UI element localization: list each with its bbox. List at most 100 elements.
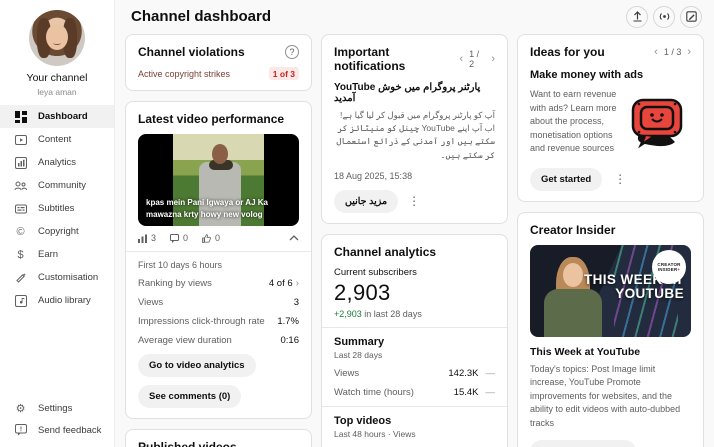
sidebar-item-content[interactable]: Content bbox=[0, 128, 114, 151]
go-live-button[interactable] bbox=[653, 5, 675, 28]
insider-headline: This Week at YouTube bbox=[530, 345, 641, 358]
sidebar-item-audio-library[interactable]: Audio library bbox=[0, 289, 114, 312]
sidebar: Your channel leya aman Dashboard Content… bbox=[0, 0, 115, 447]
ideas-body: Want to earn revenue with ads? Learn mor… bbox=[530, 89, 617, 153]
sidebar-item-label: Audio library bbox=[38, 295, 91, 306]
go-live-icon bbox=[659, 13, 669, 20]
summary-watchtime-row: Watch time (hours) 15.4K — bbox=[334, 386, 495, 398]
chevron-right-icon: › bbox=[295, 278, 299, 289]
next-page-icon[interactable]: › bbox=[687, 46, 691, 58]
sidebar-item-send-feedback[interactable]: Send feedback bbox=[0, 419, 114, 441]
notification-date: 18 Aug 2025, 15:38 bbox=[334, 170, 413, 181]
creator-insider-title: Creator Insider bbox=[530, 222, 616, 237]
copyright-icon: © bbox=[16, 225, 25, 238]
notifications-pager: ‹ 1 / 2 › bbox=[459, 49, 495, 69]
watch-on-youtube-button[interactable]: Watch on YouTube bbox=[530, 440, 637, 447]
your-channel-label: Your channel bbox=[26, 72, 88, 84]
sidebar-item-label: Customisation bbox=[38, 272, 99, 283]
ideas-headline: Make money with ads bbox=[530, 69, 644, 81]
comment-icon bbox=[170, 233, 180, 243]
sidebar-item-label: Send feedback bbox=[38, 424, 102, 436]
strikes-badge: 1 of 3 bbox=[268, 67, 299, 80]
dashboard-icon bbox=[14, 110, 27, 123]
community-icon bbox=[14, 179, 27, 192]
main-header: Channel dashboard bbox=[125, 0, 704, 29]
bar-chart-icon bbox=[138, 234, 147, 243]
kebab-icon[interactable]: ⋮ bbox=[608, 172, 632, 186]
upload-icon bbox=[633, 11, 641, 22]
create-icon bbox=[685, 11, 697, 22]
sidebar-item-settings[interactable]: ⚙ Settings bbox=[0, 397, 114, 419]
customisation-icon bbox=[14, 271, 27, 284]
learn-more-button[interactable]: مزید جانیں bbox=[334, 189, 399, 213]
sidebar-item-copyright[interactable]: © Copyright bbox=[0, 220, 114, 243]
page-title: Channel dashboard bbox=[131, 8, 272, 25]
ideas-title: Ideas for you bbox=[530, 45, 605, 59]
channel-avatar[interactable] bbox=[29, 10, 85, 66]
channel-analytics-card: Channel analytics Current subscribers 2,… bbox=[321, 233, 508, 447]
top-videos-subtitle: Last 48 hours · Views bbox=[334, 428, 416, 439]
content-icon bbox=[14, 133, 27, 146]
sidebar-item-label: Settings bbox=[38, 402, 73, 414]
published-videos-card: Published videos Aj Ka volog jari butylo… bbox=[125, 429, 312, 447]
header-actions bbox=[626, 5, 702, 28]
ideas-pager: ‹ 1 / 3 › bbox=[654, 46, 691, 58]
kebab-icon[interactable]: ⋮ bbox=[402, 194, 426, 208]
ranking-row[interactable]: Ranking by views 4 of 6 › bbox=[138, 278, 299, 289]
analytics-title: Channel analytics bbox=[334, 244, 437, 259]
sidebar-item-label: Dashboard bbox=[38, 111, 88, 122]
see-comments-button[interactable]: See comments (0) bbox=[138, 385, 242, 408]
top-videos-title: Top videos bbox=[334, 414, 392, 427]
video-stats-row: 3 0 0 bbox=[138, 233, 299, 243]
subscriber-count: 2,903 bbox=[334, 279, 391, 305]
avd-row: Average view duration 0:16 bbox=[138, 335, 299, 346]
sidebar-item-label: Community bbox=[38, 180, 87, 191]
go-to-video-analytics-button[interactable]: Go to video analytics bbox=[138, 354, 256, 377]
sidebar-item-label: Earn bbox=[38, 249, 59, 260]
sidebar-item-label: Copyright bbox=[38, 226, 79, 237]
subscriber-delta: +2,903 in last 28 days bbox=[334, 308, 422, 319]
creator-insider-thumbnail[interactable]: THIS WEEK AT YOUTUBE CREATOR INSIDER+ bbox=[530, 244, 691, 337]
collapse-icon[interactable] bbox=[289, 233, 299, 243]
upload-video-button[interactable] bbox=[626, 5, 648, 28]
next-page-icon[interactable]: › bbox=[491, 53, 495, 65]
sidebar-menu: Dashboard Content Analytics Community Su… bbox=[0, 105, 114, 312]
channel-profile: Your channel leya aman bbox=[0, 0, 114, 97]
ctr-row: Impressions click-through rate 1.7% bbox=[138, 316, 299, 327]
sidebar-item-analytics[interactable]: Analytics bbox=[0, 151, 114, 174]
sidebar-item-label: Analytics bbox=[38, 157, 77, 168]
summary-title: Summary bbox=[334, 335, 385, 348]
prev-page-icon[interactable]: ‹ bbox=[459, 53, 463, 65]
notification-body: آپ کو پارٹنر پروگرام میں قبول کر لیا گیا… bbox=[336, 110, 495, 160]
feedback-icon bbox=[14, 424, 27, 437]
performance-period: First 10 days 6 hours bbox=[138, 260, 223, 270]
summary-subtitle: Last 28 days bbox=[334, 349, 383, 360]
summary-views-row: Views 142.3K — bbox=[334, 367, 495, 379]
help-icon[interactable]: ? bbox=[285, 45, 299, 59]
violations-title: Channel violations bbox=[138, 45, 245, 59]
insider-body: Today's topics: Post Image limit increas… bbox=[530, 363, 681, 428]
create-button[interactable] bbox=[680, 5, 702, 28]
channel-name: leya aman bbox=[37, 87, 77, 97]
get-started-button[interactable]: Get started bbox=[530, 167, 603, 191]
prev-page-icon[interactable]: ‹ bbox=[654, 46, 658, 58]
subtitles-icon bbox=[14, 202, 27, 215]
copyright-strikes-label[interactable]: Active copyright strikes bbox=[138, 69, 230, 79]
analytics-icon bbox=[14, 156, 27, 169]
video-title-overlay: kpas mein Pani lgwaya or AJ Ka mawazna k… bbox=[146, 198, 268, 219]
video-thumbnail[interactable]: kpas mein Pani lgwaya or AJ Ka mawazna k… bbox=[138, 134, 299, 226]
sidebar-item-community[interactable]: Community bbox=[0, 174, 114, 197]
sidebar-item-customisation[interactable]: Customisation bbox=[0, 266, 114, 289]
latest-video-title: Latest video performance bbox=[138, 112, 285, 126]
published-videos-title: Published videos bbox=[138, 440, 237, 447]
sidebar-item-label: Content bbox=[38, 134, 72, 145]
creator-insider-badge: CREATOR INSIDER+ bbox=[652, 249, 686, 284]
page-indicator: 1 / 3 bbox=[663, 47, 682, 57]
latest-video-performance-card: Latest video performance kpas mein Pani … bbox=[125, 101, 312, 419]
creator-insider-card: Creator Insider THIS WEEK AT YOUTUBE CRE… bbox=[517, 211, 704, 447]
important-notifications-card: Important notifications ‹ 1 / 2 › YouTub… bbox=[321, 34, 508, 224]
sidebar-item-subtitles[interactable]: Subtitles bbox=[0, 197, 114, 220]
sidebar-item-earn[interactable]: $ Earn bbox=[0, 243, 114, 266]
sidebar-item-dashboard[interactable]: Dashboard bbox=[0, 105, 114, 128]
audio-library-icon bbox=[14, 294, 27, 307]
